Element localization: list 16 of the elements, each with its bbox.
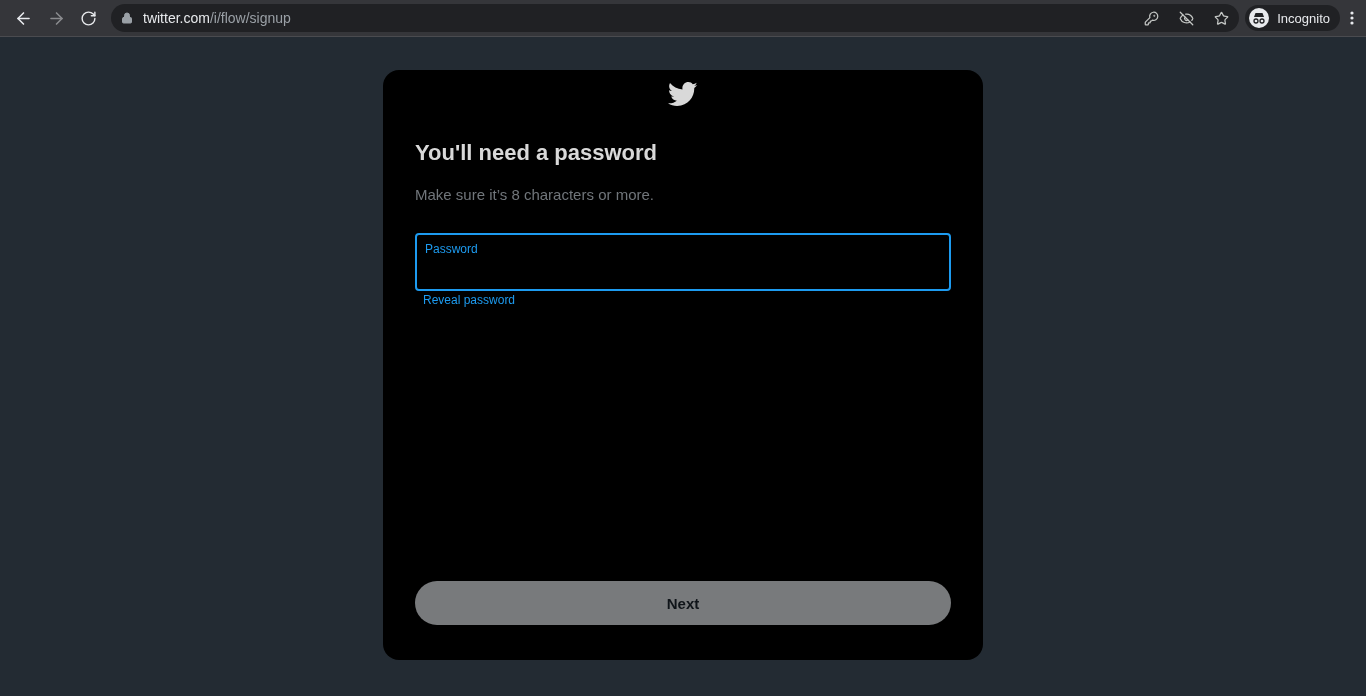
url-text: twitter.com/i/flow/signup	[143, 10, 292, 26]
profile-label: Incognito	[1277, 10, 1330, 26]
menu-icon	[1350, 11, 1354, 25]
key-icon[interactable]	[1144, 10, 1160, 26]
password-field[interactable]: Password	[415, 233, 951, 291]
eye-off-icon[interactable]	[1179, 10, 1195, 26]
address-bar[interactable]: twitter.com/i/flow/signup	[111, 4, 1240, 32]
reveal-password-link[interactable]: Reveal password	[423, 293, 516, 307]
star-icon[interactable]	[1214, 10, 1230, 26]
dialog-subtitle: Make sure it’s 8 characters or more.	[415, 186, 655, 203]
dialog-title: You'll need a password	[415, 140, 658, 166]
lock-icon	[121, 12, 133, 24]
profile-button[interactable]: Incognito	[1245, 5, 1340, 31]
bird-logo-icon	[668, 82, 698, 107]
reload-icon	[80, 9, 97, 27]
incognito-icon	[1249, 8, 1270, 28]
